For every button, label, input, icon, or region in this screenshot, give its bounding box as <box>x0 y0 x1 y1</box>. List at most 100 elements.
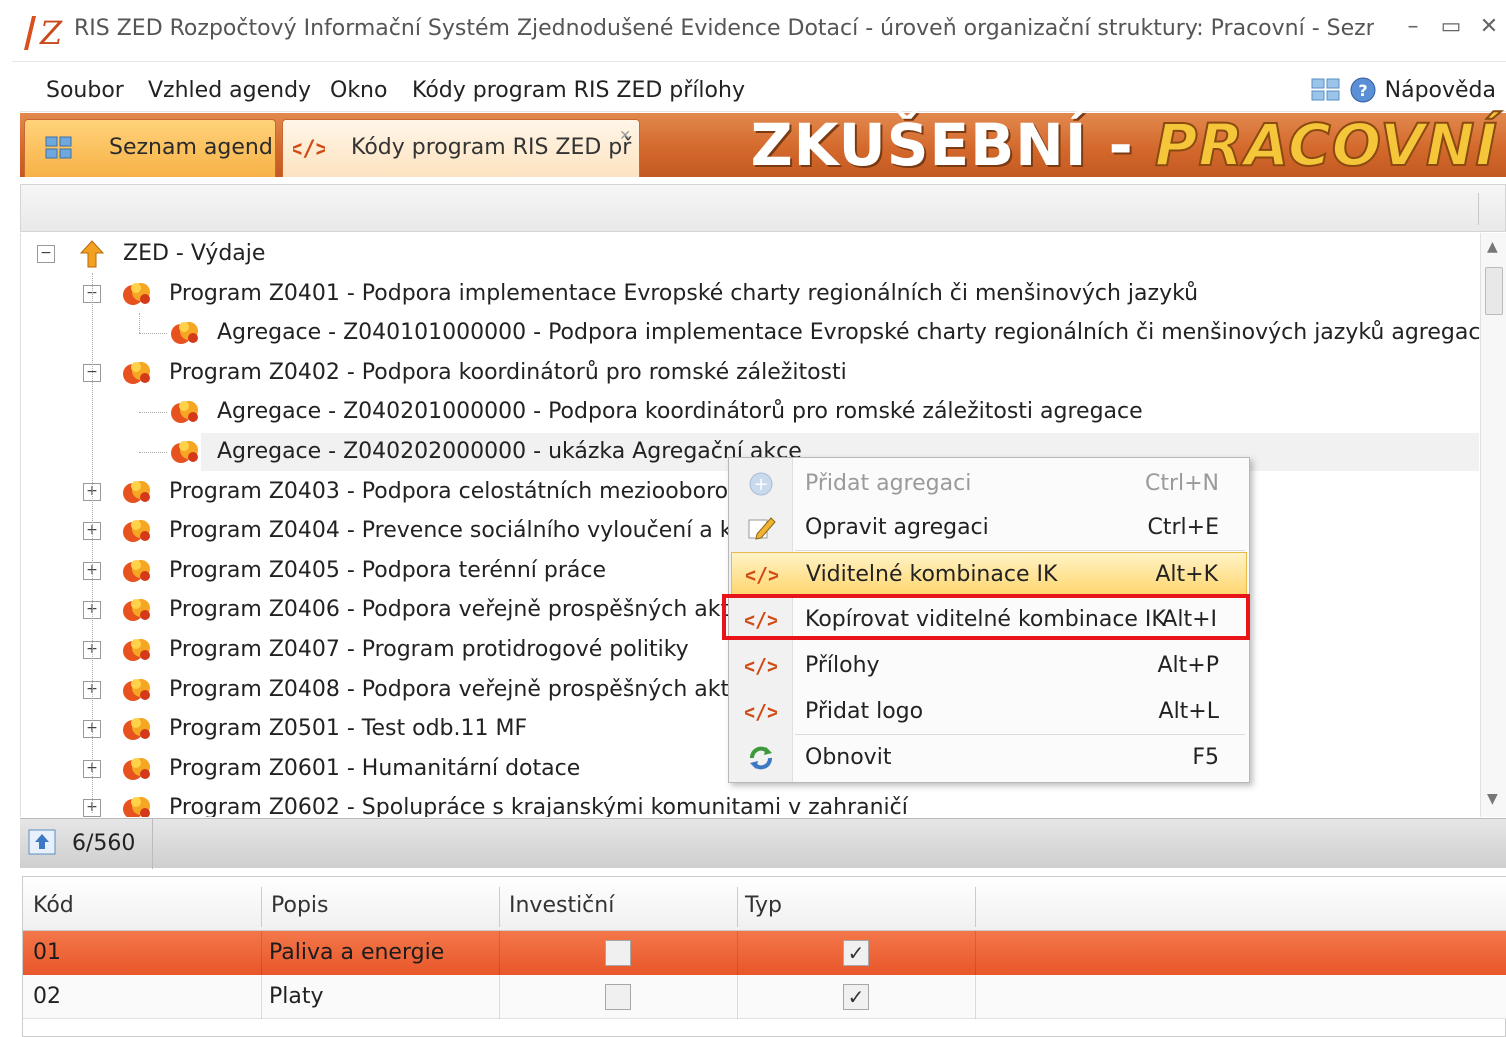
help-menu[interactable]: Nápověda <box>1385 78 1496 103</box>
menu-kody-program[interactable]: Kódy program RIS ZED přílohy <box>412 78 745 103</box>
close-button[interactable]: ✕ <box>1474 14 1504 39</box>
help-icon[interactable]: ? <box>1349 76 1377 104</box>
grid-icon <box>45 136 72 159</box>
checkbox-typ[interactable]: ✓ <box>843 940 869 966</box>
tree-item-label: Program Z0405 - Podpora terénní práce <box>169 557 607 583</box>
tree-item-program[interactable]: + Program Z0602 - Spolupráce s krajanským… <box>21 789 1461 817</box>
scroll-up-icon[interactable]: ▲ <box>1487 239 1498 255</box>
tree-connector <box>139 452 167 453</box>
tab-close-icon[interactable]: ✕ <box>619 128 631 144</box>
tree-root-label: ZED - Výdaje <box>123 241 266 266</box>
program-icon <box>121 516 155 546</box>
tree-item-label: Program Z0404 - Prevence sociálního vylo… <box>169 518 767 544</box>
navigate-up-icon[interactable] <box>28 829 56 855</box>
tree-item-program[interactable]: − Program Z0402 - Podpora koordinátorů pr… <box>21 354 1461 392</box>
menu-okno[interactable]: Okno <box>330 78 387 103</box>
edit-icon <box>745 514 777 542</box>
cell-kod: 02 <box>33 984 61 1009</box>
column-divider <box>737 887 738 927</box>
tree-item-program[interactable]: − Program Z0401 - Podpora implementace Ev… <box>21 275 1461 313</box>
collapse-icon[interactable]: − <box>37 245 55 263</box>
svg-text:?: ? <box>1358 81 1367 100</box>
table-row[interactable]: 01 Paliva a energie ✓ <box>23 931 1506 975</box>
maximize-button[interactable]: ▭ <box>1436 14 1466 39</box>
program-icon <box>121 635 155 665</box>
svg-text:</>: </> <box>293 137 325 162</box>
svg-text:</>: </> <box>746 563 778 587</box>
cell-popis: Platy <box>269 984 324 1009</box>
scroll-down-icon[interactable]: ▼ <box>1487 791 1498 807</box>
window-left-edge <box>0 0 12 1037</box>
svg-text:</>: </> <box>745 654 777 678</box>
toolbar-separator <box>1478 193 1479 225</box>
menu-item-shortcut: F5 <box>1192 745 1219 770</box>
menu-item-opravit-agregaci[interactable]: Opravit agregaci Ctrl+E <box>731 506 1247 550</box>
cell-divider <box>261 931 262 975</box>
tab-kody-program[interactable]: </> Kódy program RIS ZED přílc ✕ <box>282 119 640 177</box>
program-icon <box>169 318 203 348</box>
annotation-highlight-box <box>722 594 1250 640</box>
checkbox-investicni[interactable] <box>605 940 631 966</box>
menu-item-shortcut: Ctrl+N <box>1144 471 1219 496</box>
checkbox-investicni[interactable] <box>605 984 631 1010</box>
tree-item-agregace[interactable]: Agregace - Z040201000000 - Podpora koord… <box>21 393 1461 431</box>
checkbox-typ[interactable]: ✓ <box>843 984 869 1010</box>
vertical-scrollbar[interactable]: ▲ ▼ <box>1480 233 1506 817</box>
column-header-typ[interactable]: Typ <box>745 893 782 918</box>
cell-divider <box>975 975 976 1019</box>
environment-banner: ZKUŠEBNÍ - PRACOVNÍ <box>751 114 1498 176</box>
table-row[interactable]: 02 Platy ✓ <box>23 975 1506 1019</box>
cell-divider <box>737 975 738 1019</box>
program-icon <box>121 556 155 586</box>
tab-label: Seznam agend <box>109 135 273 160</box>
banner-right: PRACOVNÍ <box>1154 111 1498 179</box>
menu-separator <box>795 734 1245 735</box>
svg-text:Z: Z <box>39 14 63 52</box>
program-icon <box>121 279 155 309</box>
cell-divider <box>499 975 500 1019</box>
menu-item-shortcut: Alt+P <box>1157 653 1220 678</box>
menu-item-label: Přidat logo <box>805 699 924 724</box>
minimize-button[interactable]: – <box>1398 14 1428 39</box>
status-divider <box>152 819 153 869</box>
column-header-kod[interactable]: Kód <box>33 893 74 918</box>
tree-item-label: Program Z0407 - Program protidrogové pol… <box>169 637 689 662</box>
menu-item-label: Opravit agregaci <box>805 515 989 540</box>
tree-item-agregace[interactable]: Agregace - Z040101000000 - Podpora imple… <box>21 314 1494 352</box>
app-logo-icon: Z <box>24 14 63 52</box>
column-header-investicni[interactable]: Investiční <box>509 893 614 918</box>
tab-strip: Seznam agend </> Kódy program RIS ZED př… <box>20 113 1506 177</box>
svg-text:+: + <box>753 474 768 495</box>
tab-seznam-agend[interactable]: Seznam agend <box>24 119 276 177</box>
menu-item-přidat-logo[interactable]: </> Přidat logo Alt+L <box>731 690 1247 734</box>
menu-item-obnovit[interactable]: Obnovit F5 <box>731 736 1247 780</box>
tree-item-label: Program Z0501 - Test odb.11 MF <box>169 716 528 742</box>
banner-left: ZKUŠEBNÍ <box>750 111 1088 179</box>
cell-divider <box>737 931 738 975</box>
cell-kod: 01 <box>33 940 61 965</box>
tree-item-label: Program Z0601 - Humanitární dotace <box>169 755 581 781</box>
column-divider <box>261 887 262 927</box>
menu-soubor[interactable]: Soubor <box>46 78 124 103</box>
arrow-up-icon <box>75 239 109 269</box>
menu-vzhled-agendy[interactable]: Vzhled agendy <box>148 78 311 103</box>
column-header-popis[interactable]: Popis <box>271 893 328 918</box>
layout-icon[interactable] <box>1311 78 1341 102</box>
menu-right-group: ? Nápověda <box>1311 76 1496 104</box>
cell-divider <box>499 931 500 975</box>
menu-item-přílohy[interactable]: </> Přílohy Alt+P <box>731 644 1247 688</box>
tree-item-label: Program Z0403 - Podpora celostátních mez… <box>169 478 781 504</box>
program-icon <box>121 714 155 744</box>
menu-item-viditelné-kombinace-ik[interactable]: </> Viditelné kombinace IK Alt+K <box>731 552 1247 596</box>
menu-separator <box>795 550 1245 551</box>
tree-item-label: Agregace - Z040101000000 - Podpora imple… <box>217 320 1494 346</box>
menu-item-shortcut: Alt+K <box>1155 562 1218 587</box>
cell-divider <box>975 931 976 975</box>
program-icon <box>169 397 203 427</box>
scroll-thumb[interactable] <box>1485 267 1503 315</box>
program-icon <box>121 358 155 388</box>
tree-connector <box>139 333 167 335</box>
menu-item-přidat-agregaci: + Přidat agregaci Ctrl+N <box>731 462 1247 506</box>
program-icon <box>121 477 155 507</box>
tree-root[interactable]: − ZED - Výdaje <box>21 235 1461 273</box>
